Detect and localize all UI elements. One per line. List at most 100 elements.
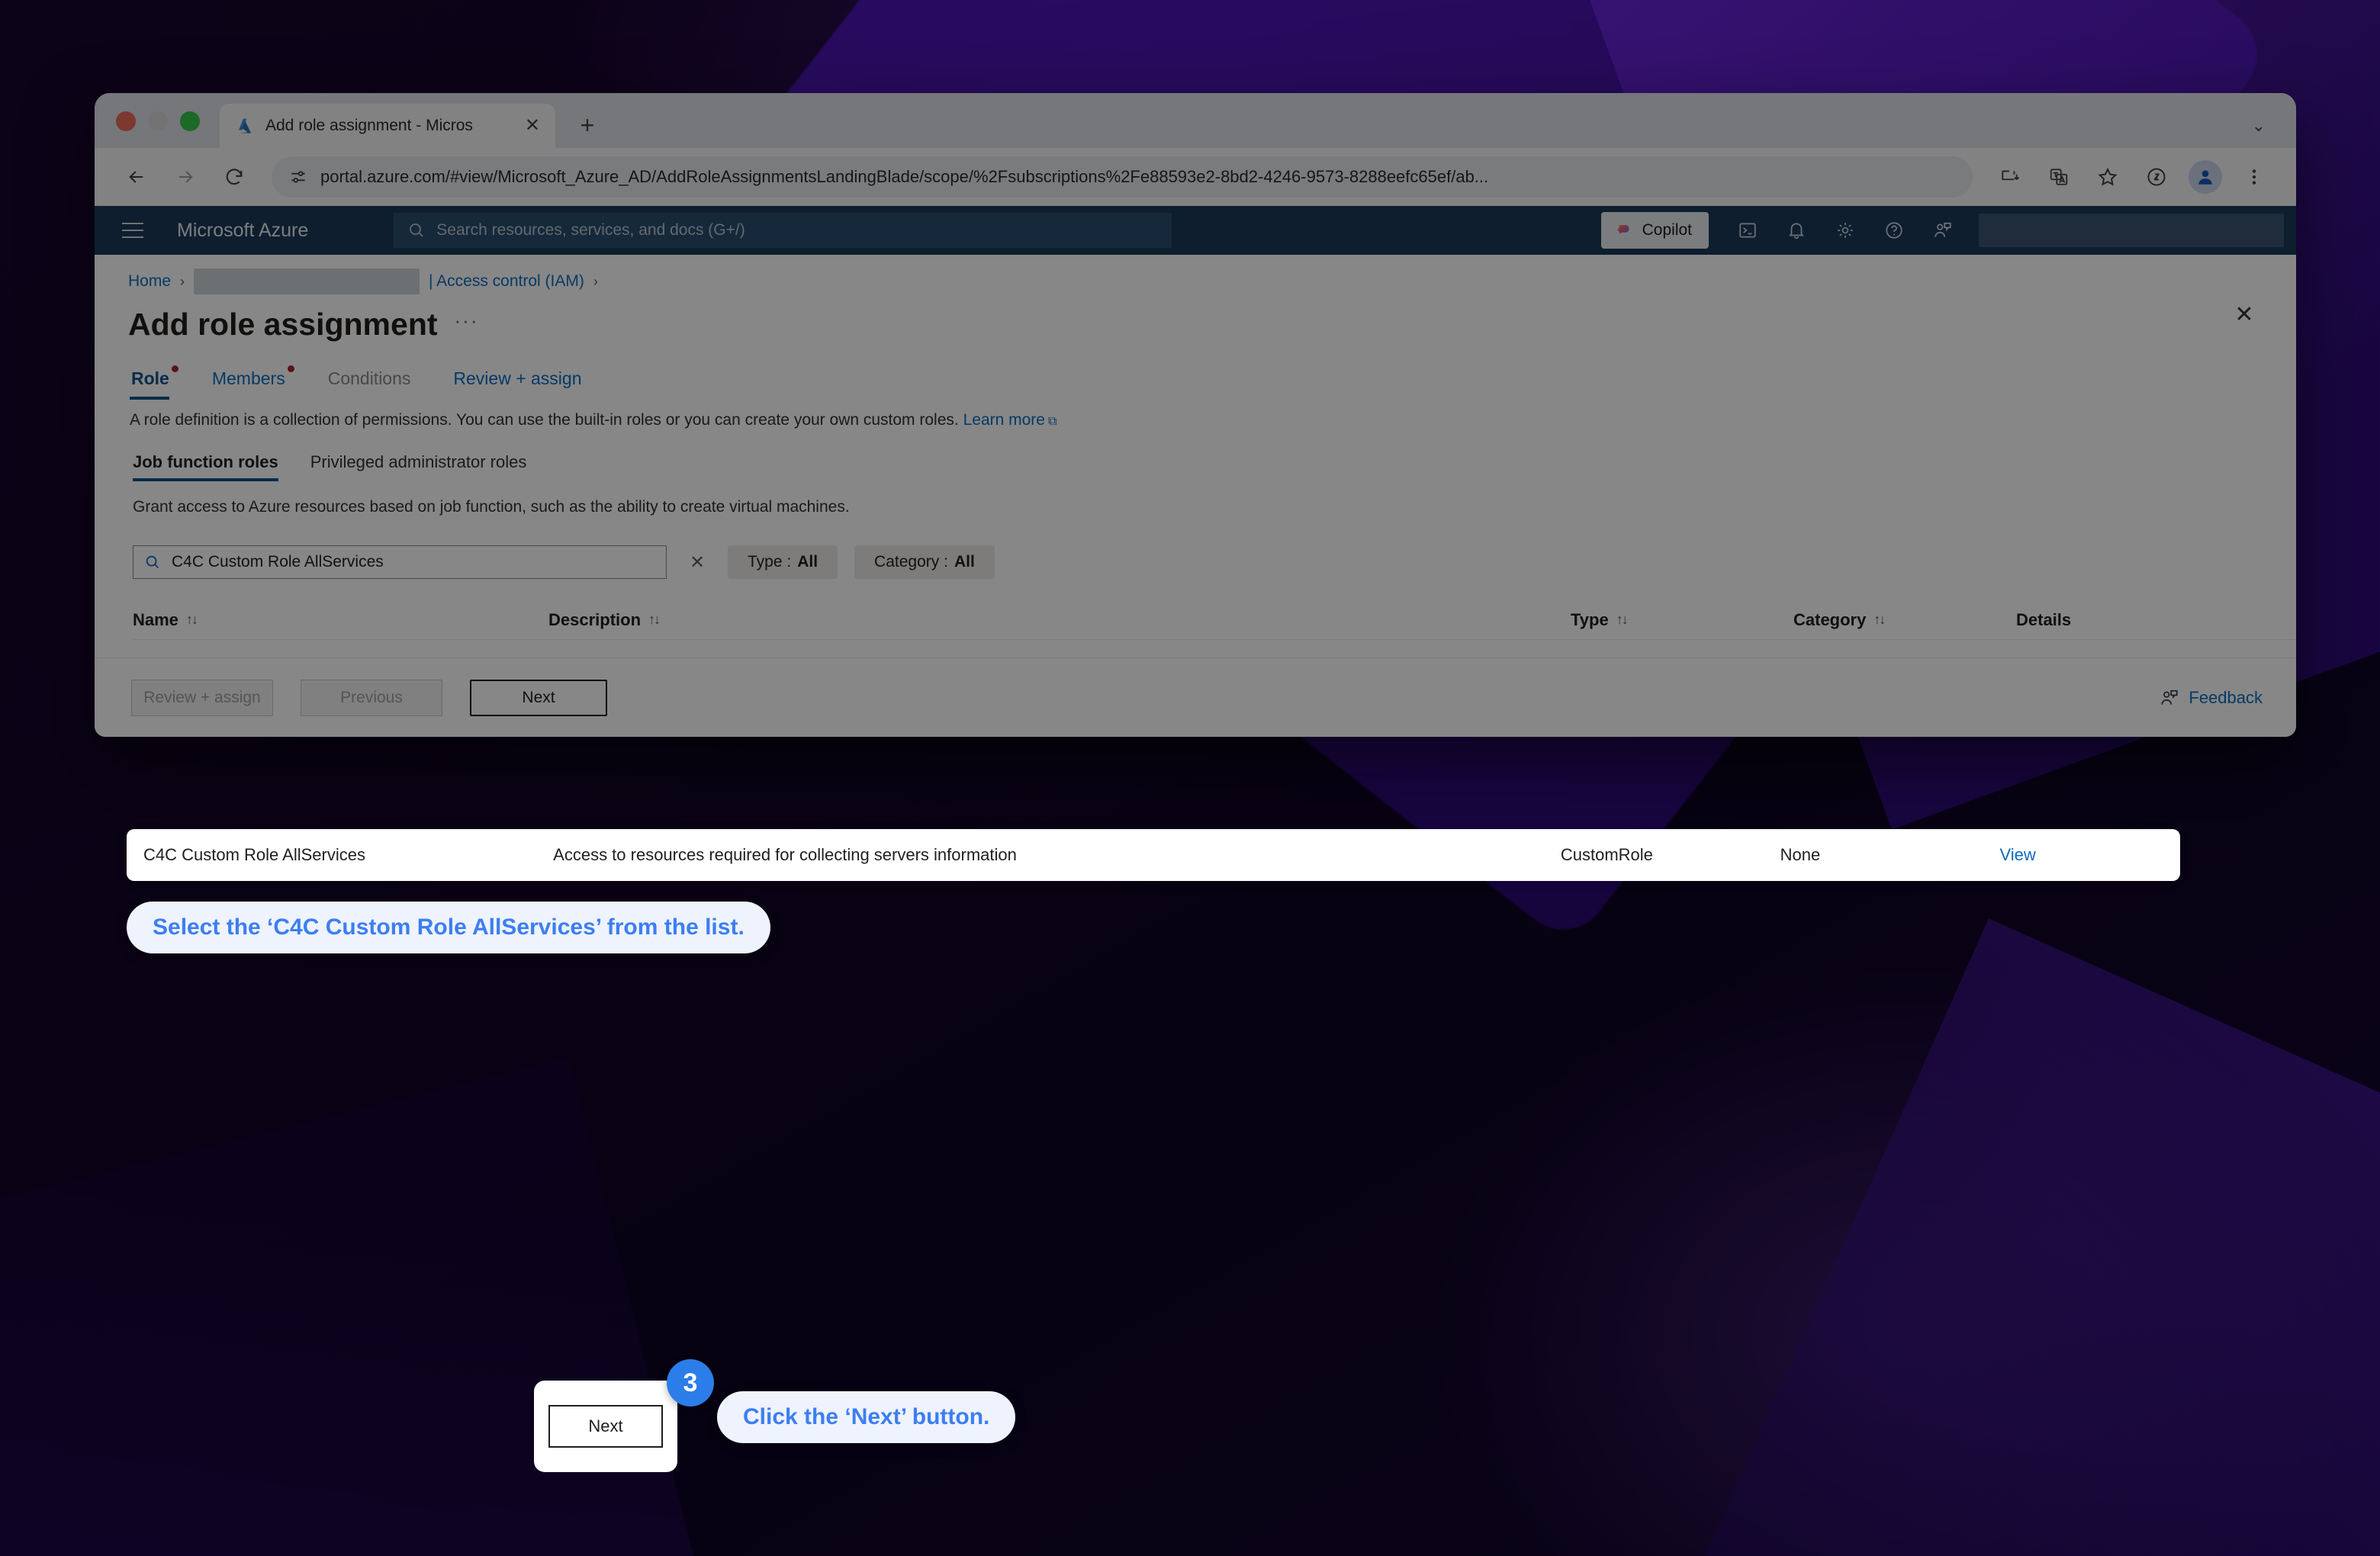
cell-role-details-view-link[interactable]: View bbox=[1999, 845, 2180, 865]
grant-access-description: Grant access to Azure resources based on… bbox=[133, 498, 850, 516]
tab-role[interactable]: Role bbox=[130, 365, 189, 400]
search-icon bbox=[146, 555, 159, 568]
callout-select-role-text: Select the ‘C4C Custom Role AllServices’… bbox=[153, 915, 745, 940]
breadcrumb-subscription-redacted[interactable] bbox=[194, 268, 420, 294]
tab-job-function-roles[interactable]: Job function roles bbox=[133, 452, 278, 481]
back-arrow-icon[interactable] bbox=[116, 156, 157, 198]
clear-search-icon[interactable]: ✕ bbox=[683, 551, 711, 574]
next-button-spotlight: Next bbox=[534, 1381, 677, 1472]
maximize-window-button[interactable] bbox=[180, 111, 200, 131]
role-filter-row: C4C Custom Role AllServices ✕ Type : All… bbox=[95, 516, 2296, 579]
role-type-tabs: Job function roles Privileged administra… bbox=[95, 429, 2296, 481]
cell-role-description: Access to resources required for collect… bbox=[553, 845, 1017, 864]
cloud-shell-icon[interactable] bbox=[1726, 211, 1770, 250]
minimize-window-button[interactable] bbox=[148, 111, 168, 131]
feedback-person-icon bbox=[2161, 690, 2178, 705]
browser-tab-title: Add role assignment - Micros bbox=[265, 117, 473, 134]
learn-more-link[interactable]: Learn more bbox=[963, 411, 1045, 429]
next-button[interactable]: Next bbox=[470, 679, 607, 716]
tab-close-icon[interactable]: ✕ bbox=[522, 115, 543, 137]
close-icon[interactable]: ✕ bbox=[2227, 297, 2261, 331]
tab-members-label: Members bbox=[211, 368, 285, 388]
azure-top-navbar: Microsoft Azure Search resources, servic… bbox=[95, 206, 2296, 255]
feedback-label: Feedback bbox=[2189, 687, 2263, 707]
tab-conditions[interactable]: Conditions bbox=[326, 368, 431, 400]
sort-icon: ↑↓ bbox=[648, 612, 661, 627]
tab-members[interactable]: Members bbox=[211, 365, 305, 400]
translate-icon[interactable] bbox=[2038, 156, 2079, 198]
next-button[interactable]: Next bbox=[548, 1405, 663, 1448]
tab-privileged-administrator-roles[interactable]: Privileged administrator roles bbox=[310, 452, 527, 481]
search-input[interactable]: C4C Custom Role AllServices bbox=[133, 545, 667, 579]
column-header-description[interactable]: Description ↑↓ bbox=[548, 610, 1571, 630]
tab-conditions-label: Conditions bbox=[327, 368, 411, 388]
browser-window: Add role assignment - Micros ✕ + ⌄ porta… bbox=[95, 93, 2296, 737]
review-assign-button[interactable]: Review + assign bbox=[131, 679, 273, 716]
callout-click-next: Click the ‘Next’ button. bbox=[717, 1391, 1016, 1443]
column-header-details-label: Details bbox=[2016, 609, 2072, 629]
account-info-redacted[interactable] bbox=[1979, 214, 2284, 247]
cell-role-name: C4C Custom Role AllServices bbox=[143, 845, 365, 864]
install-app-icon[interactable] bbox=[1989, 156, 2031, 198]
hamburger-icon[interactable] bbox=[116, 223, 159, 238]
address-bar[interactable]: portal.azure.com/#view/Microsoft_Azure_A… bbox=[272, 156, 1973, 198]
column-header-name-label: Name bbox=[133, 609, 178, 629]
bell-icon[interactable] bbox=[1774, 211, 1819, 250]
external-link-icon: ⧉ bbox=[1047, 415, 1057, 428]
azure-brand-label[interactable]: Microsoft Azure bbox=[177, 220, 308, 242]
reload-icon[interactable] bbox=[214, 156, 255, 198]
azure-favicon-icon bbox=[238, 118, 252, 133]
column-header-type-label: Type bbox=[1571, 609, 1609, 629]
cell-role-type: CustomRole bbox=[1560, 845, 1653, 864]
energy-saver-leaf-icon[interactable] bbox=[2136, 156, 2177, 198]
sort-icon: ↑↓ bbox=[1616, 612, 1629, 627]
wizard-tabs: Role Members Conditions Review + assign bbox=[95, 342, 2296, 400]
sort-icon: ↑↓ bbox=[185, 612, 198, 627]
breadcrumb-access-control[interactable]: | Access control (IAM) bbox=[429, 272, 584, 291]
required-dot-icon bbox=[171, 365, 178, 372]
chevron-down-icon[interactable]: ⌄ bbox=[2252, 116, 2266, 136]
role-definition-description-text: A role definition is a collection of per… bbox=[130, 411, 959, 429]
column-header-category[interactable]: Category ↑↓ bbox=[1793, 610, 2016, 630]
column-header-details: Details bbox=[2016, 610, 2199, 630]
tab-role-label: Role bbox=[131, 368, 169, 388]
more-options-icon[interactable]: ··· bbox=[455, 309, 479, 340]
filter-pill-type-label: Type : bbox=[748, 553, 792, 571]
browser-tab[interactable]: Add role assignment - Micros ✕ bbox=[220, 104, 555, 148]
close-window-button[interactable] bbox=[116, 111, 136, 131]
callout-select-role: Select the ‘C4C Custom Role AllServices’… bbox=[127, 902, 770, 953]
breadcrumb-separator-2: › bbox=[593, 273, 598, 289]
star-icon[interactable] bbox=[2087, 156, 2128, 198]
breadcrumb-home[interactable]: Home bbox=[128, 272, 171, 291]
filter-pill-type-value: All bbox=[797, 553, 819, 571]
gear-icon[interactable] bbox=[1823, 211, 1867, 250]
filter-pill-category[interactable]: Category : All bbox=[854, 545, 995, 579]
blade-footer: Review + assign Previous Next Feedback bbox=[95, 657, 2296, 737]
table-header-row: Name ↑↓ Description ↑↓ Type ↑↓ Category … bbox=[133, 600, 2296, 640]
column-header-category-label: Category bbox=[1793, 609, 1867, 629]
filter-pill-type[interactable]: Type : All bbox=[728, 545, 838, 579]
window-traffic-lights bbox=[116, 111, 200, 148]
table-row[interactable]: C4C Custom Role AllServices Access to re… bbox=[127, 829, 2180, 881]
filter-pill-category-label: Category : bbox=[874, 553, 948, 571]
azure-global-search[interactable]: Search resources, services, and docs (G+… bbox=[394, 213, 1172, 248]
column-header-type[interactable]: Type ↑↓ bbox=[1571, 610, 1793, 630]
column-header-name[interactable]: Name ↑↓ bbox=[133, 610, 548, 630]
copilot-button[interactable]: Copilot bbox=[1600, 212, 1709, 249]
page-title: Add role assignment bbox=[128, 307, 438, 342]
browser-tab-strip: Add role assignment - Micros ✕ + ⌄ bbox=[95, 93, 2296, 148]
help-circle-icon[interactable] bbox=[1872, 211, 1916, 250]
kebab-menu-icon[interactable] bbox=[2234, 156, 2275, 198]
feedback-person-icon[interactable] bbox=[1921, 211, 1965, 250]
copilot-icon bbox=[1616, 224, 1629, 235]
new-tab-button[interactable]: + bbox=[572, 113, 603, 137]
search-input-value: C4C Custom Role AllServices bbox=[172, 553, 384, 571]
profile-avatar-icon[interactable] bbox=[2185, 156, 2226, 198]
tab-review-assign[interactable]: Review + assign bbox=[452, 368, 601, 400]
callout-click-next-text: Click the ‘Next’ button. bbox=[743, 1404, 990, 1429]
forward-arrow-icon[interactable] bbox=[165, 156, 206, 198]
copilot-label: Copilot bbox=[1642, 221, 1692, 239]
sort-icon: ↑↓ bbox=[1873, 612, 1886, 627]
feedback-link[interactable]: Feedback bbox=[2160, 688, 2263, 708]
previous-button[interactable]: Previous bbox=[301, 679, 442, 716]
